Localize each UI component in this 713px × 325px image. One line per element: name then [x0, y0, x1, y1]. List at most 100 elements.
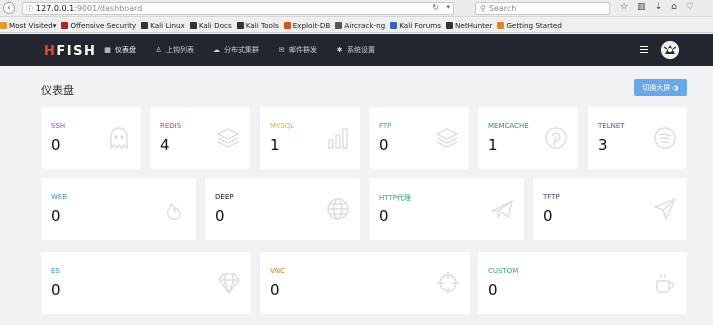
stat-card-label: MEMCACHE [488, 122, 529, 130]
fire-icon [162, 197, 186, 225]
bookmark-favicon-icon [390, 21, 398, 29]
page-title: 仪表盘 [41, 84, 74, 97]
library-icon[interactable]: ▥ [637, 2, 646, 12]
stat-card-label: TELNET [598, 122, 625, 130]
stat-card-label: DEEP [215, 193, 234, 201]
dashboard-icon: ▦ [104, 45, 111, 54]
bookmark-item[interactable]: Kali Tools [236, 20, 279, 30]
reload-icon[interactable]: ↻ [432, 3, 439, 12]
bookmark-item[interactable]: NetHunter [446, 21, 492, 30]
nav-item-label: 邮件群发 [289, 46, 317, 54]
bookmark-label: Kali Docs [198, 20, 232, 30]
stat-card-value: 3 [598, 136, 608, 154]
big-screen-button[interactable]: 切换大屏 ◑ [634, 79, 687, 96]
stat-card-label: ES [51, 267, 60, 275]
stat-card-value: 0 [51, 136, 61, 154]
bookmark-favicon-icon [446, 21, 454, 29]
bookmark-item[interactable]: Most Visited ▾ [0, 21, 56, 30]
bookmark-label: Kali Tools [245, 20, 279, 30]
stat-card-vnc[interactable]: VNC 0 [260, 252, 470, 314]
search-placeholder: Search [488, 4, 517, 13]
nav-item[interactable]: ☁ 分布式集群 [213, 45, 259, 55]
ghost-icon [107, 126, 131, 154]
stat-card-web[interactable]: WEB 0 [41, 178, 196, 240]
bookmark-item[interactable]: Kali Docs [189, 20, 232, 30]
nav-item[interactable]: ♙ 上钩列表 [155, 45, 194, 55]
menu-icon[interactable] [640, 46, 648, 54]
nav-item-label: 仪表盘 [115, 46, 136, 54]
url-bar[interactable]: ⓘ 127.0.0.1:9001/dashboard ↻ ▾ [22, 2, 454, 15]
stat-card-label: SSH [51, 122, 66, 130]
nav-item-label: 上钩列表 [166, 46, 194, 54]
bookmark-item[interactable]: Kali Forums [390, 21, 441, 30]
stat-card-value: 1 [488, 136, 498, 154]
stat-card-label: REDIS [160, 122, 182, 130]
bookmark-favicon-icon [141, 21, 149, 29]
bar-chart-icon [326, 126, 350, 154]
bookmark-favicon-icon [497, 21, 505, 29]
bookmark-favicon-icon [335, 21, 343, 29]
avatar[interactable] [661, 41, 679, 59]
app-header: HFISH ▦ 仪表盘 ♙ 上钩列表 ☁ 分布式集群 ✉ 邮件群发 ✱ 系统设置 [0, 34, 713, 66]
stat-card-value: 0 [488, 281, 498, 299]
main-nav: ▦ 仪表盘 ♙ 上钩列表 ☁ 分布式集群 ✉ 邮件群发 ✱ 系统设置 [104, 45, 394, 55]
home-icon[interactable]: ⌂ [671, 2, 677, 12]
back-arrow-icon[interactable]: ‹ [3, 2, 15, 14]
bookmark-label: Kali Linux [150, 20, 185, 30]
stat-card-deep[interactable]: DEEP 0 [205, 178, 360, 240]
layers-icon [216, 126, 240, 154]
plane-icon [490, 197, 514, 225]
download-icon[interactable]: ⇣ [655, 2, 663, 12]
diamond-icon [217, 271, 241, 299]
stat-card-value: 0 [270, 281, 280, 299]
bookmark-item[interactable]: Getting Started [497, 21, 562, 30]
stat-card-ftp[interactable]: FTP 0 [369, 107, 469, 169]
hfish-logo[interactable]: HFISH [44, 44, 96, 59]
bookmark-item[interactable]: Exploit-DB [283, 20, 331, 30]
stat-card-ssh[interactable]: SSH 0 [41, 107, 141, 169]
search-icon: ⚲ [480, 4, 486, 13]
fish-icon: ♙ [155, 45, 162, 54]
url-path: :9001/dashboard [74, 4, 143, 13]
stat-card-mysql[interactable]: MYSQL 1 [260, 107, 360, 169]
stat-card-label: CUSTOM [488, 267, 519, 275]
browser-search-input[interactable]: ⚲ Search [475, 2, 610, 15]
stat-card-memcache[interactable]: MEMCACHE 1 [478, 107, 578, 169]
bookmarks-toolbar: Most Visited ▾ Offensive Security Kali Linu… [0, 18, 713, 33]
stat-card-tftp[interactable]: TFTP 0 [533, 178, 687, 240]
cloud-icon: ☁ [213, 45, 220, 54]
stat-card-label: FTP [379, 122, 392, 130]
bookmark-item[interactable]: Kali Linux [141, 21, 185, 30]
stat-card-custom[interactable]: CUSTOM 0 [478, 252, 687, 314]
bookmark-favicon-icon [61, 21, 69, 29]
bookmark-item[interactable]: Offensive Security [61, 21, 136, 30]
url-dropdown-icon[interactable]: ▾ [446, 3, 450, 11]
layers-icon [435, 126, 459, 154]
stat-card-telnet[interactable]: TELNET 3 [588, 107, 687, 169]
bookmark-label: Exploit-DB [292, 20, 331, 30]
stat-card-redis[interactable]: REDIS 4 [150, 107, 250, 169]
nav-item[interactable]: ✱ 系统设置 [336, 45, 375, 55]
bookmark-favicon-icon [189, 21, 197, 29]
stat-card-value: 0 [215, 207, 225, 225]
bookmark-item[interactable]: Aircrack-ng [335, 21, 385, 30]
stat-card-value: 0 [51, 207, 61, 225]
stat-card-label: MYSQL [270, 122, 295, 130]
nav-item[interactable]: ▦ 仪表盘 [104, 45, 136, 55]
stat-card-http[interactable]: HTTP代理 0 [369, 178, 524, 240]
bookmark-label: Offensive Security [70, 20, 137, 30]
pocket-icon[interactable]: ♡ [686, 2, 694, 12]
star-icon[interactable]: ☆ [620, 2, 628, 12]
bookmark-label: Kali Forums [399, 20, 442, 30]
nav-item[interactable]: ✉ 邮件群发 [278, 45, 317, 55]
stat-card-value: 0 [379, 207, 389, 225]
nav-item-label: 系统设置 [347, 46, 375, 54]
stat-card-value: 0 [379, 136, 389, 154]
bookmark-label: NetHunter [455, 20, 493, 30]
chevron-down-icon: ▾ [52, 20, 57, 30]
mail-icon: ✉ [278, 45, 285, 54]
bookmark-favicon-icon [236, 21, 244, 29]
crosshair-icon [436, 271, 460, 299]
stat-card-es[interactable]: ES 0 [41, 252, 251, 314]
stat-card-label: TFTP [543, 193, 560, 201]
